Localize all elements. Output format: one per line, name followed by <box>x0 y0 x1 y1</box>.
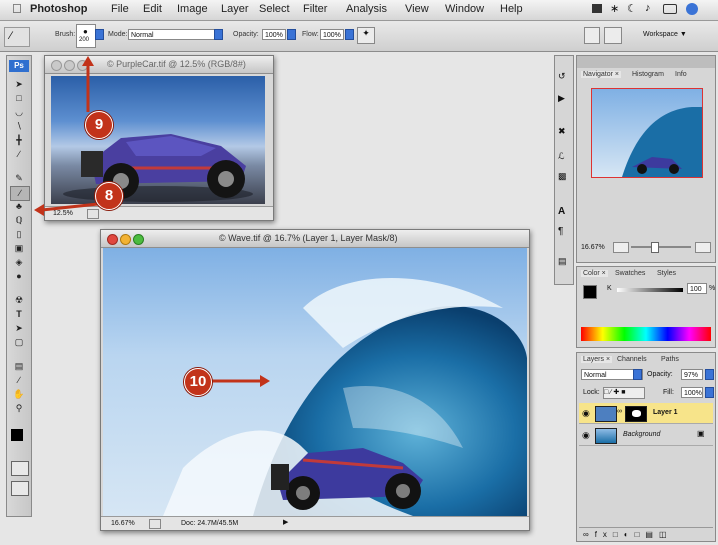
callout-8: 8 <box>95 182 123 210</box>
callout-9: 9 <box>85 111 113 139</box>
callout-10: 10 <box>184 368 212 396</box>
callout-arrows <box>34 56 270 387</box>
